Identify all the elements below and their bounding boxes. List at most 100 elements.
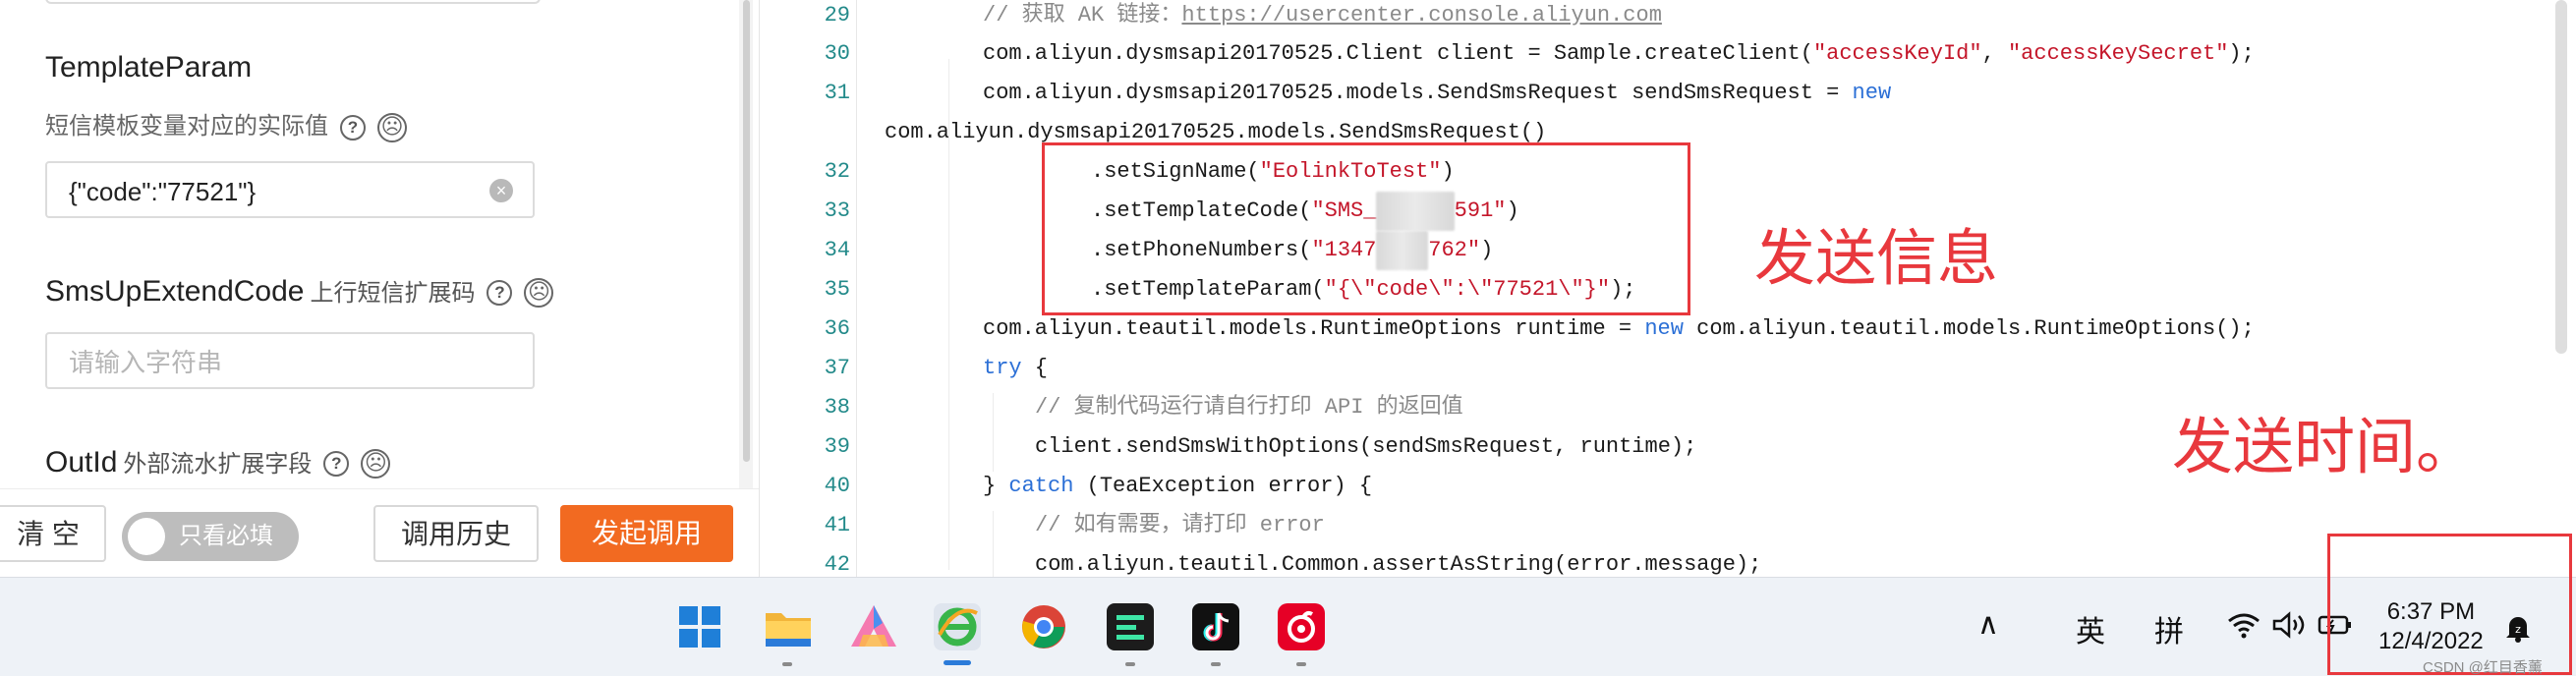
help-icon[interactable]: ? (487, 280, 513, 307)
template-param-name: TemplateParam (45, 51, 253, 84)
code-token: ); (2228, 41, 2255, 66)
template-param-desc: 短信模板变量对应的实际值 (45, 113, 328, 140)
code-text: com.aliyun.dysmsapi20170525.models.SendS… (983, 74, 1891, 113)
send-time-highlight-box (2327, 534, 2572, 675)
code-line: 36 com.aliyun.teautil.models.RuntimeOptio… (772, 310, 2541, 349)
line-number: 29 (824, 3, 850, 28)
send-time-annotation: 发送时间。 (2172, 411, 2478, 482)
code-token: com.aliyun.teautil.Common.assertAsString… (1035, 552, 1762, 577)
indent-guide (948, 59, 949, 570)
line-number: 33 (824, 198, 850, 223)
indent-guide (993, 511, 994, 577)
chrome-icon[interactable] (1020, 603, 1067, 650)
active-app-indicator (944, 660, 971, 665)
running-indicator (782, 662, 792, 666)
code-line: 41 // 如有需要，请打印 error (772, 506, 2541, 545)
line-number: 31 (824, 81, 850, 105)
invoke-call-button[interactable]: 发起调用 (560, 505, 733, 562)
code-text: com.aliyun.dysmsapi20170525.Client clien… (983, 34, 2255, 74)
code-token: catch (1008, 474, 1074, 498)
show-hidden-icons-chevron[interactable]: ∧ (1977, 607, 1999, 642)
arc-app-icon[interactable] (849, 603, 896, 650)
code-text: // 如有需要，请打印 error (1035, 506, 1325, 545)
template-param-title: TemplateParam (45, 51, 252, 85)
line-number: 39 (824, 434, 850, 459)
line-number: 38 (824, 395, 850, 420)
code-token: client.sendSmsWithOptions(sendSmsRequest… (1035, 434, 1697, 459)
code-token: try (983, 356, 1022, 380)
line-number: 32 (824, 159, 850, 184)
code-token: } (983, 474, 1009, 498)
call-history-button[interactable]: 调用历史 (373, 505, 539, 562)
template-param-value: {"code":"77521"} (69, 177, 257, 206)
clear-input-icon[interactable]: × (489, 179, 513, 202)
template-param-input[interactable]: {"code":"77521"} × (45, 161, 535, 218)
send-info-highlight-box (1042, 142, 1690, 315)
previous-input-field[interactable] (45, 0, 541, 4)
code-scrollbar[interactable] (2555, 0, 2567, 354)
code-token: // 获取 AK 链接： (983, 3, 1182, 28)
sms-up-extend-code-name: SmsUpExtendCode (45, 275, 305, 308)
feedback-sad-icon[interactable]: ☹ (524, 278, 554, 309)
required-only-toggle[interactable]: 只看必填 (122, 512, 299, 561)
clear-button[interactable]: 清 空 (0, 505, 106, 562)
params-scrollbar-thumb[interactable] (743, 0, 750, 462)
code-token: // 复制代码运行请自行打印 API 的返回值 (1035, 395, 1463, 420)
toggle-knob (128, 518, 165, 555)
taskbar: ∧ 英 拼 6:37 PM 12/4/2022 z (0, 577, 2576, 676)
action-bar: 清 空 只看必填 调用历史 发起调用 (0, 488, 759, 578)
code-line: 37 try { (772, 349, 2541, 388)
code-token: { (1021, 356, 1049, 380)
sms-up-extend-code-input[interactable]: 请输入字符串 (45, 332, 535, 389)
code-text: com.aliyun.teautil.models.RuntimeOptions… (983, 310, 2255, 349)
feedback-sad-icon[interactable]: ☹ (377, 112, 407, 142)
code-text: } catch (TeaException error) { (983, 467, 1372, 506)
ie-browser-icon[interactable] (934, 603, 981, 650)
sms-up-extend-code-desc: 上行短信扩展码 (310, 280, 476, 307)
code-text: // 获取 AK 链接：https://usercenter.console.a… (983, 0, 1662, 35)
required-only-label: 只看必填 (179, 523, 273, 549)
code-token: , (1981, 41, 2008, 66)
line-number: 30 (824, 41, 850, 66)
send-info-annotation: 发送信息 (1754, 222, 1999, 294)
code-token: // 如有需要，请打印 error (1035, 513, 1325, 537)
template-param-desc-row: 短信模板变量对应的实际值? ☹ (45, 106, 407, 142)
wifi-icon[interactable] (2227, 611, 2261, 644)
indent-guide (993, 393, 994, 472)
tiktok-icon[interactable] (1192, 603, 1239, 650)
code-token: com.aliyun.dysmsapi20170525.Client clien… (983, 41, 1813, 66)
code-token: (TeaException error) { (1073, 474, 1373, 498)
code-line: 30 com.aliyun.dysmsapi20170525.Client cli… (772, 34, 2541, 74)
code-token: new (1852, 81, 1892, 105)
volume-icon[interactable] (2272, 611, 2308, 644)
help-icon[interactable]: ? (340, 114, 366, 141)
line-number: 34 (824, 238, 850, 262)
line-number: 37 (824, 356, 850, 380)
code-text: client.sendSmsWithOptions(sendSmsRequest… (1035, 427, 1696, 467)
out-id-title: OutId 外部流水扩展字段? ☹ (45, 444, 391, 480)
running-indicator (1125, 662, 1135, 666)
line-number: 41 (824, 513, 850, 537)
out-id-desc: 外部流水扩展字段 (123, 451, 313, 478)
api-params-panel: TemplateParam 短信模板变量对应的实际值? ☹ {"code":"77… (0, 0, 760, 578)
ime-language-indicator[interactable]: 英 (2076, 607, 2105, 650)
line-number: 36 (824, 316, 850, 341)
help-icon[interactable]: ? (323, 451, 350, 478)
line-number: 35 (824, 277, 850, 302)
code-token: "accessKeyId" (1812, 41, 1982, 66)
feedback-sad-icon[interactable]: ☹ (361, 449, 391, 480)
code-text: try { (983, 349, 1048, 388)
code-token: com.aliyun.dysmsapi20170525.models.SendS… (983, 81, 1853, 105)
eolink-app-icon[interactable] (1107, 603, 1154, 650)
code-token: com.aliyun.dysmsapi20170525.models.SendS… (885, 120, 1547, 144)
code-link[interactable]: https://usercenter.console.aliyun.com (1181, 3, 1661, 28)
code-text: // 复制代码运行请自行打印 API 的返回值 (1035, 388, 1463, 427)
out-id-name: OutId (45, 446, 118, 479)
file-explorer-icon[interactable] (764, 603, 811, 650)
code-line: 31 com.aliyun.dysmsapi20170525.models.Sen… (772, 74, 2541, 113)
line-number: 40 (824, 474, 850, 498)
windows-start-icon[interactable] (676, 603, 723, 650)
running-indicator (1211, 662, 1221, 666)
netease-music-icon[interactable] (1278, 603, 1325, 650)
ime-mode-indicator[interactable]: 拼 (2154, 607, 2184, 650)
